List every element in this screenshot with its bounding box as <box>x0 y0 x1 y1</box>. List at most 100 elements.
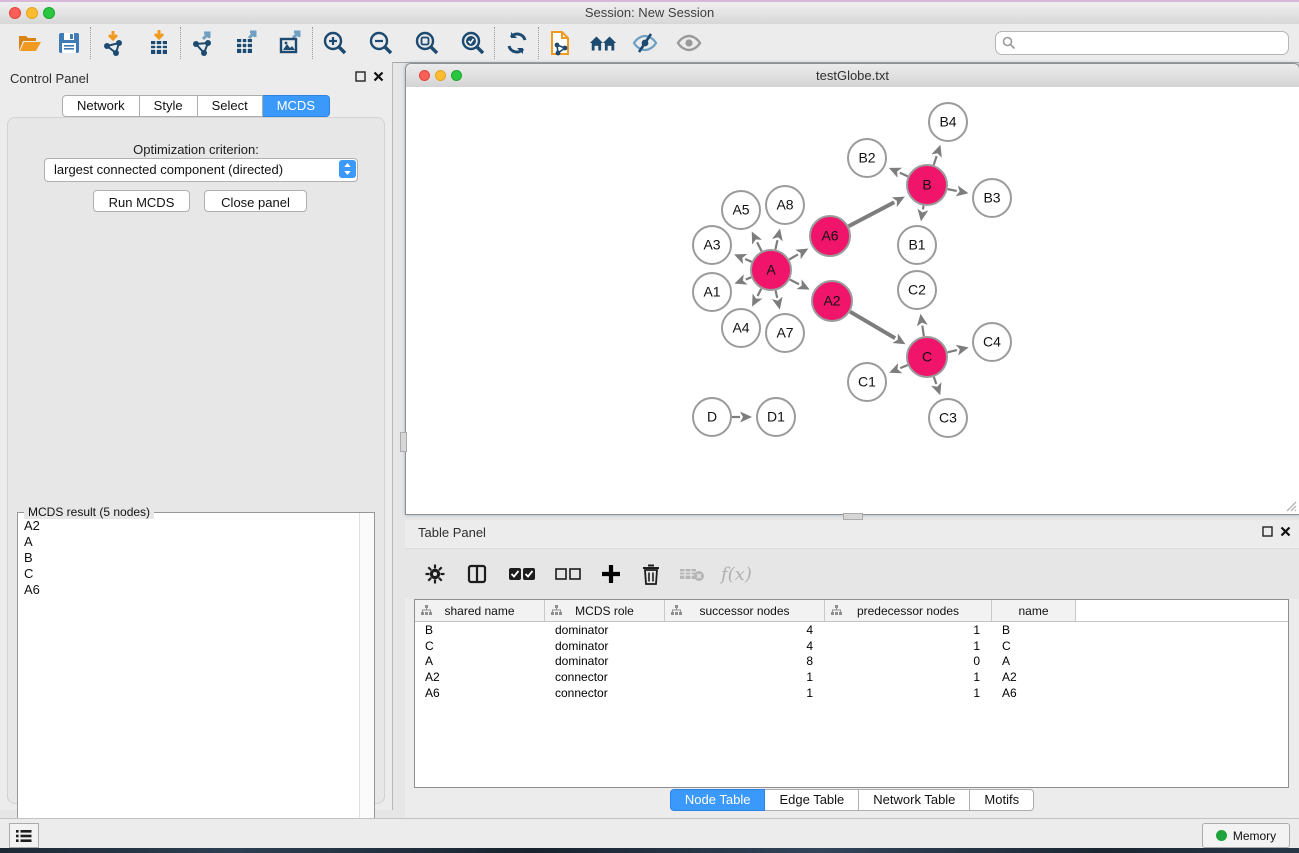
first-neighbors-button[interactable] <box>588 28 618 58</box>
edge-C-C1[interactable] <box>900 365 907 368</box>
select-all-columns-icon[interactable] <box>509 567 535 581</box>
tab-node-table[interactable]: Node Table <box>670 789 766 811</box>
run-mcds-button[interactable]: Run MCDS <box>93 190 190 212</box>
tab-style[interactable]: Style <box>140 95 198 117</box>
edge-A-A3[interactable] <box>745 259 752 262</box>
zoom-selected-button[interactable] <box>458 28 488 58</box>
import-network-button[interactable] <box>98 28 128 58</box>
cell-name: A2 <box>992 670 1076 684</box>
column-header-shared-name[interactable]: shared name <box>415 600 545 621</box>
node-label-C: C <box>922 349 932 365</box>
edge-C-C3[interactable] <box>934 377 936 384</box>
result-item[interactable]: A6 <box>18 581 359 597</box>
edge-B-B1[interactable] <box>923 206 924 210</box>
result-item[interactable]: B <box>18 549 359 565</box>
import-network-icon <box>100 29 126 57</box>
show-all-button[interactable] <box>674 28 704 58</box>
table-row[interactable]: A2connector11A2 <box>415 669 1288 685</box>
result-item[interactable]: A2 <box>18 517 359 533</box>
edge-A2-C[interactable] <box>850 312 895 339</box>
table-row[interactable]: Cdominator41C <box>415 638 1288 654</box>
unselect-all-columns-icon[interactable] <box>555 567 581 581</box>
result-item[interactable]: C <box>18 565 359 581</box>
edge-C-C2[interactable] <box>922 326 924 337</box>
criterion-select[interactable]: largest connected component (directed) <box>44 158 358 182</box>
select-stepper-icon <box>339 160 356 178</box>
result-item[interactable]: A <box>18 533 359 549</box>
zoom-fit-icon <box>414 30 441 57</box>
tab-edge-table[interactable]: Edge Table <box>765 789 859 811</box>
task-history-button[interactable] <box>9 823 39 848</box>
close-panel-button[interactable]: Close panel <box>204 190 307 212</box>
create-column-plus-icon[interactable] <box>601 564 621 584</box>
close-panel-icon[interactable] <box>373 71 384 82</box>
delete-column-trash-icon[interactable] <box>641 563 661 585</box>
search-icon <box>1002 36 1016 50</box>
mcds-result-list: A2ABCA6 <box>18 517 359 851</box>
network-canvas[interactable]: AA1A2A3A4A5A6A7A8BB1B2B3B4CC1C2C3C4DD1 <box>406 87 1299 514</box>
splitter-handle-horizontal[interactable] <box>843 513 863 520</box>
column-header-name[interactable]: name <box>992 600 1076 621</box>
control-panel-title: Control Panel <box>10 71 89 86</box>
table-panel-title: Table Panel <box>418 525 486 540</box>
export-image-button[interactable] <box>276 28 306 58</box>
edge-A-A2[interactable] <box>790 280 799 285</box>
search-input[interactable] <box>1020 33 1284 53</box>
edge-B-B4[interactable] <box>934 156 937 165</box>
table-row[interactable]: Bdominator41B <box>415 622 1288 638</box>
column-header-successor-nodes[interactable]: successor nodes <box>665 600 825 621</box>
cell-predecessor-nodes: 0 <box>825 654 992 668</box>
tab-mcds[interactable]: MCDS <box>263 95 330 117</box>
memory-button[interactable]: Memory <box>1202 823 1290 848</box>
edge-C-C4[interactable] <box>947 350 956 352</box>
desktop-wallpaper-strip <box>0 848 1299 853</box>
result-scrollbar[interactable] <box>359 513 374 851</box>
memory-status-icon <box>1216 830 1227 841</box>
edge-A-A8[interactable] <box>775 240 777 249</box>
function-builder-fx[interactable]: f(x) <box>721 564 752 585</box>
tab-network-table[interactable]: Network Table <box>859 789 970 811</box>
node-label-B4: B4 <box>939 114 956 130</box>
tab-motifs[interactable]: Motifs <box>970 789 1034 811</box>
edge-B-B3[interactable] <box>948 189 957 191</box>
export-table-button[interactable] <box>232 28 262 58</box>
float-panel-icon[interactable] <box>355 71 366 82</box>
new-network-from-file-button[interactable] <box>546 28 576 58</box>
search-field[interactable] <box>995 31 1289 55</box>
import-table-button[interactable] <box>144 28 174 58</box>
show-columns-icon[interactable] <box>467 564 487 584</box>
edge-A6-B[interactable] <box>849 202 895 226</box>
float-table-panel-icon[interactable] <box>1262 526 1273 537</box>
edge-A-A4[interactable] <box>758 289 762 296</box>
edge-A-A7[interactable] <box>776 290 778 297</box>
cell-shared-name: A2 <box>415 670 545 684</box>
status-bar: Memory <box>0 818 1299 849</box>
table-row[interactable]: A6connector11A6 <box>415 685 1288 701</box>
save-session-button[interactable] <box>54 28 84 58</box>
table-row[interactable]: Adominator80A <box>415 654 1288 670</box>
resize-grip-icon[interactable] <box>1283 498 1297 512</box>
zoom-out-button[interactable] <box>366 28 396 58</box>
zoom-fit-button[interactable] <box>412 28 442 58</box>
cell-successor-nodes: 1 <box>665 670 825 684</box>
splitter-handle-vertical[interactable] <box>400 432 407 452</box>
cell-shared-name: C <box>415 639 545 653</box>
edge-A-A5[interactable] <box>757 242 762 251</box>
node-table-header: shared nameMCDS rolesuccessor nodesprede… <box>415 600 1288 622</box>
delete-table-icon[interactable] <box>679 566 705 582</box>
edge-A-A6[interactable] <box>789 254 798 259</box>
column-header-MCDS-role[interactable]: MCDS role <box>545 600 665 621</box>
edge-A-A1[interactable] <box>746 277 752 279</box>
open-session-button[interactable] <box>14 28 44 58</box>
export-network-button[interactable] <box>188 28 218 58</box>
close-table-panel-icon[interactable] <box>1280 526 1291 537</box>
refresh-layout-button[interactable] <box>502 28 532 58</box>
edge-B-B2[interactable] <box>900 173 908 177</box>
column-header-predecessor-nodes[interactable]: predecessor nodes <box>825 600 992 621</box>
criterion-selected-value: largest connected component (directed) <box>54 162 283 177</box>
hide-selected-button[interactable] <box>630 28 660 58</box>
tab-select[interactable]: Select <box>198 95 263 117</box>
tab-network[interactable]: Network <box>62 95 140 117</box>
table-settings-gear-icon[interactable] <box>425 564 445 584</box>
zoom-in-button[interactable] <box>320 28 350 58</box>
